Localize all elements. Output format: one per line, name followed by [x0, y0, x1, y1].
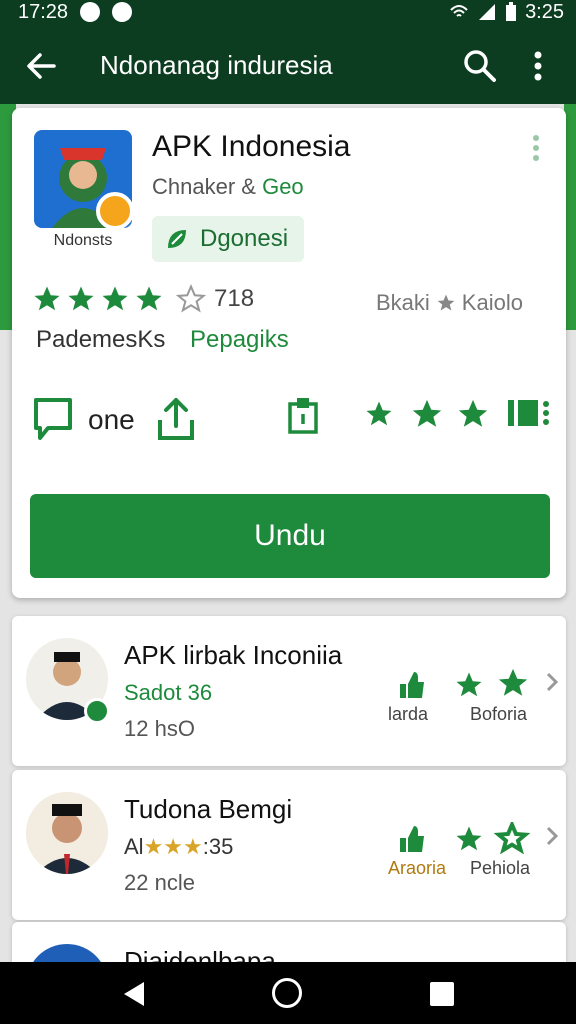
list-item-subtitle: Al★★★:35 — [124, 834, 233, 860]
star-action-icon[interactable] — [456, 396, 490, 432]
wifi-icon — [450, 5, 468, 17]
chevron-right-icon[interactable] — [544, 670, 560, 694]
avatar-portrait — [26, 792, 108, 874]
list-item-action-a: larda — [388, 704, 429, 724]
app-icon[interactable] — [34, 130, 132, 228]
star-icon[interactable] — [494, 666, 532, 700]
clipboard-icon[interactable] — [286, 396, 320, 436]
list-item-subtitle-stars: ★★★ — [143, 834, 203, 859]
category-chip-label: Dgonesi — [200, 225, 289, 252]
card-more-icon[interactable] — [530, 134, 542, 162]
star-filled-icon — [68, 286, 94, 311]
grid-menu-icon[interactable] — [506, 396, 552, 430]
list-item-title: APK lirbak Inconiia — [124, 640, 343, 670]
action-label: one — [88, 404, 135, 435]
back-arrow-icon[interactable] — [22, 46, 62, 86]
app-bar-title: Ndonanag induresia — [100, 50, 333, 80]
status-time-left: 17:28 — [18, 0, 69, 23]
list-item-meta: 22 ncle — [124, 870, 195, 895]
leaf-icon — [168, 230, 186, 248]
notification-icon — [80, 2, 101, 22]
list-item[interactable]: Tudona Bemgi Al★★★:35 22 ncle Araoria Pe… — [12, 770, 566, 920]
app-icon-caption: Ndonsts — [53, 232, 113, 249]
info-label-b[interactable]: Pepagiks — [190, 326, 289, 354]
app-title: APK Indonesia — [152, 130, 351, 163]
more-options-icon[interactable] — [522, 46, 554, 86]
system-nav-bar — [0, 962, 576, 1024]
action-row: one — [32, 392, 552, 448]
star-icon[interactable] — [454, 824, 484, 854]
star-filled-icon — [102, 286, 128, 311]
list-item-subtitle: Sadot 36 — [124, 680, 213, 705]
app-bar: Ndonanag induresia — [0, 24, 576, 104]
star-action-icon[interactable] — [364, 396, 394, 432]
app-details-card: Ndonsts APK Indonesia Chnaker & Geo Dgon… — [12, 108, 566, 598]
install-button[interactable]: Undu — [30, 494, 550, 578]
list-item[interactable]: APK lirbak Inconiia Sadot 36 12 hsO lard… — [12, 616, 566, 766]
share-icon[interactable] — [154, 396, 198, 444]
list-item-meta: 12 hsO — [124, 716, 195, 741]
star-icon[interactable] — [454, 670, 484, 700]
status-time-right: 3:25 — [525, 0, 564, 23]
nav-recents-icon[interactable] — [430, 982, 454, 1006]
app-developer[interactable]: Chnaker & Geo — [152, 174, 304, 200]
signal-icon — [479, 4, 496, 20]
star-outline-icon[interactable] — [494, 822, 530, 854]
nav-back-icon[interactable] — [120, 980, 148, 1008]
list-item-action-b: Pehiola — [470, 858, 531, 878]
star-filled-icon — [136, 286, 162, 311]
verified-check-icon — [84, 698, 110, 724]
related-apps-list: APK lirbak Inconiia Sadot 36 12 hsO lard… — [12, 616, 566, 1024]
developer-accent: Geo — [262, 174, 304, 199]
status-bar: 17:28 3:25 — [0, 0, 576, 24]
rating-note-b: Kaiolo — [461, 290, 523, 315]
thumbs-up-icon[interactable] — [396, 824, 426, 854]
chevron-right-icon[interactable] — [544, 824, 560, 848]
list-item-subtitle-text: Al — [124, 834, 144, 859]
rating-note: Bkaki Kaiolo — [376, 290, 523, 316]
category-chip[interactable]: Dgonesi — [152, 216, 305, 262]
rating-note-a: Bkaki — [376, 290, 430, 315]
rating-stars: 718 — [32, 284, 254, 314]
star-outline-icon — [176, 284, 206, 313]
battery-icon — [506, 2, 517, 21]
rating-value: 718 — [214, 285, 255, 312]
developer-name: Chnaker & — [152, 174, 256, 199]
info-label-a: PademesKs — [36, 326, 166, 353]
list-item-actions: Araoria Pehiola — [384, 820, 564, 900]
avatar — [26, 792, 108, 874]
thumbs-up-icon[interactable] — [396, 670, 426, 700]
star-action-icon[interactable] — [410, 396, 444, 432]
small-star-icon — [437, 294, 455, 311]
coin-badge-icon — [96, 192, 132, 228]
shield-icon — [112, 2, 133, 22]
list-item-actions: larda Boforia — [384, 666, 564, 746]
list-item-title: Tudona Bemgi — [124, 794, 293, 824]
search-icon[interactable] — [460, 46, 500, 86]
nav-home-icon[interactable] — [272, 978, 302, 1008]
star-filled-icon — [34, 286, 60, 311]
comment-icon[interactable] — [32, 396, 76, 444]
list-item-action-b: Boforia — [470, 704, 528, 724]
list-item-subtitle-tail: :35 — [202, 834, 234, 859]
list-item-action-a: Araoria — [388, 858, 447, 878]
